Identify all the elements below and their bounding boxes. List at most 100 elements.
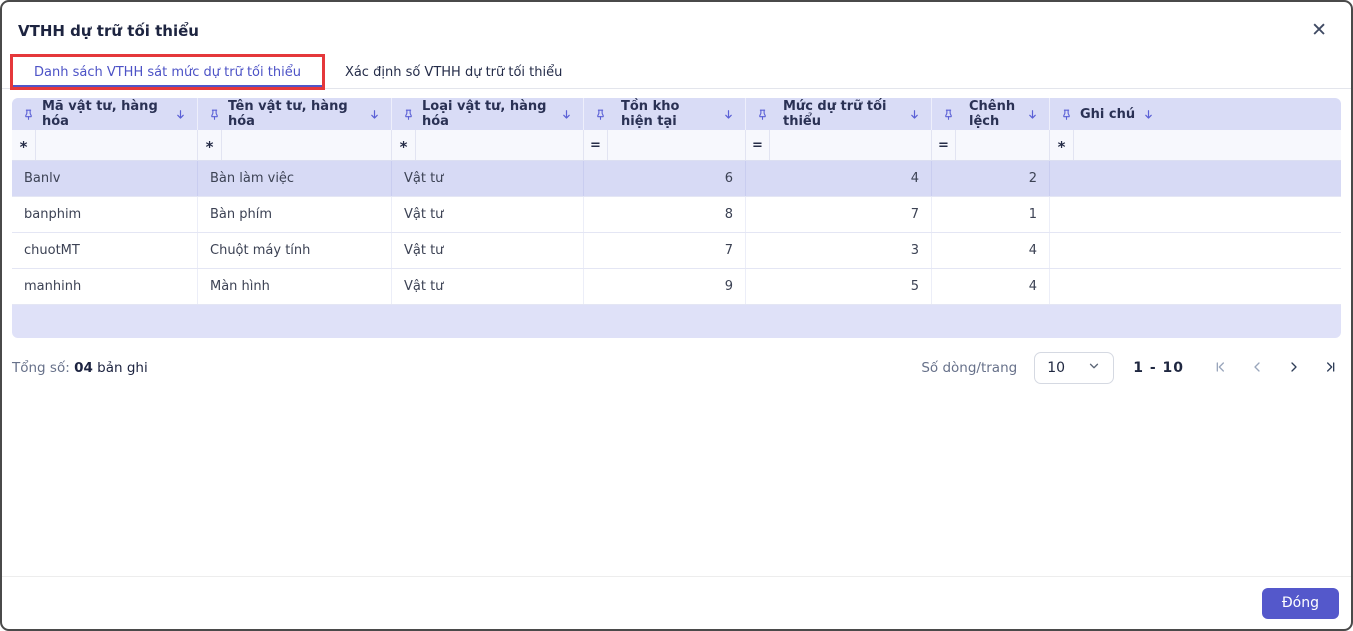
close-button[interactable]: ✕ <box>1305 19 1333 42</box>
total-unit: bản ghi <box>97 360 148 376</box>
table-body: Banlv Bàn làm việc Vật tư 6 4 2 banphim Bàn phí… <box>12 161 1341 305</box>
last-page-button[interactable] <box>1321 357 1341 380</box>
active-tab-underline <box>12 85 323 88</box>
table-row[interactable]: chuotMT Chuột máy tính Vật tư 7 3 4 <box>12 233 1341 269</box>
filter-cell-stock: = <box>584 130 746 160</box>
dialog-header: VTHH dự trữ tối thiểu ✕ <box>2 2 1351 56</box>
filter-cell-type: * <box>392 130 584 160</box>
cell-min_reserve: 7 <box>746 197 932 232</box>
tab-label: Xác định số VTHH dự trữ tối thiểu <box>344 64 563 80</box>
pin-icon[interactable] <box>402 108 415 121</box>
page-range-text: 1 - 10 <box>1133 360 1184 376</box>
column-header-type[interactable]: Loại vật tư, hàng hóa <box>392 98 584 130</box>
modal-dialog: VTHH dự trữ tối thiểu ✕ Danh sách VTHH s… <box>0 0 1353 631</box>
next-page-button[interactable] <box>1284 357 1304 380</box>
total-records-text: Tổng số: 04 bản ghi <box>12 360 148 376</box>
rows-per-page-select[interactable]: 10 <box>1034 352 1115 384</box>
first-page-button[interactable] <box>1210 357 1230 380</box>
cell-name: Bàn làm việc <box>198 161 392 196</box>
dialog-footer: Đóng <box>2 576 1351 629</box>
filter-operator-icon[interactable]: * <box>12 130 36 160</box>
filter-input-note[interactable] <box>1074 130 1341 160</box>
cell-difference: 4 <box>932 269 1050 304</box>
tab-bar: Danh sách VTHH sát mức dự trữ tối thiểu … <box>2 54 1351 90</box>
cell-note <box>1050 233 1341 268</box>
dialog-title: VTHH dự trữ tối thiểu <box>18 21 199 40</box>
filter-cell-min_reserve: = <box>746 130 932 160</box>
next-page-icon <box>1286 359 1302 378</box>
cell-note <box>1050 269 1341 304</box>
pin-icon[interactable] <box>942 108 955 121</box>
pin-icon[interactable] <box>594 108 607 121</box>
rows-per-page-value: 10 <box>1047 360 1066 376</box>
sort-descending-icon[interactable] <box>722 108 735 121</box>
table-row[interactable]: banphim Bàn phím Vật tư 8 7 1 <box>12 197 1341 233</box>
column-header-code[interactable]: Mã vật tư, hàng hóa <box>12 98 198 130</box>
cell-min_reserve: 3 <box>746 233 932 268</box>
cell-difference: 2 <box>932 161 1050 196</box>
total-value: 04 <box>74 360 93 376</box>
tab-xac-dinh-so-vthh[interactable]: Xác định số VTHH dự trữ tối thiểu <box>323 56 584 88</box>
column-header-name[interactable]: Tên vật tư, hàng hóa <box>198 98 392 130</box>
tab-danh-sach-vthh[interactable]: Danh sách VTHH sát mức dự trữ tối thiểu <box>10 54 325 90</box>
column-label: Mức dự trữ tối thiểu <box>783 99 887 129</box>
column-label: Ghi chú <box>1080 106 1136 122</box>
total-label: Tổng số: <box>12 360 70 376</box>
first-page-icon <box>1212 359 1228 378</box>
cell-name: Bàn phím <box>198 197 392 232</box>
rows-per-page-label: Số dòng/trang <box>921 360 1018 376</box>
cell-stock: 9 <box>584 269 746 304</box>
pager-controls: Số dòng/trang 10 1 - 10 <box>921 352 1341 384</box>
sort-descending-icon[interactable] <box>1026 108 1039 121</box>
sort-descending-icon[interactable] <box>1142 108 1155 121</box>
close-dialog-button[interactable]: Đóng <box>1261 587 1339 619</box>
cell-difference: 4 <box>932 233 1050 268</box>
filter-input-min_reserve[interactable] <box>770 130 931 160</box>
table-row[interactable]: manhinh Màn hình Vật tư 9 5 4 <box>12 269 1341 305</box>
filter-cell-note: * <box>1050 130 1341 160</box>
cell-min_reserve: 4 <box>746 161 932 196</box>
filter-operator-icon[interactable]: = <box>584 130 608 160</box>
filter-operator-icon[interactable]: = <box>932 130 956 160</box>
previous-page-icon <box>1249 359 1265 378</box>
cell-note <box>1050 161 1341 196</box>
pin-icon[interactable] <box>1060 108 1073 121</box>
close-icon: ✕ <box>1311 20 1327 41</box>
column-header-note[interactable]: Ghi chú <box>1050 98 1341 130</box>
column-label: Tồn kho hiện tại <box>621 99 680 129</box>
pin-icon[interactable] <box>756 108 769 121</box>
table-row[interactable]: Banlv Bàn làm việc Vật tư 6 4 2 <box>12 161 1341 197</box>
filter-cell-code: * <box>12 130 198 160</box>
filter-input-code[interactable] <box>36 130 197 160</box>
cell-code: banphim <box>12 197 198 232</box>
filter-operator-icon[interactable]: * <box>1050 130 1074 160</box>
cell-type: Vật tư <box>392 269 584 304</box>
pin-icon[interactable] <box>208 108 221 121</box>
cell-min_reserve: 5 <box>746 269 932 304</box>
filter-operator-icon[interactable]: * <box>392 130 416 160</box>
sort-descending-icon[interactable] <box>368 108 381 121</box>
pin-icon[interactable] <box>22 108 35 121</box>
filter-operator-icon[interactable]: = <box>746 130 770 160</box>
column-header-difference[interactable]: Chênh lệch <box>932 98 1050 130</box>
sort-descending-icon[interactable] <box>560 108 573 121</box>
filter-input-name[interactable] <box>222 130 391 160</box>
previous-page-button[interactable] <box>1247 357 1267 380</box>
cell-note <box>1050 197 1341 232</box>
column-label: Tên vật tư, hàng hóa <box>228 99 348 129</box>
cell-type: Vật tư <box>392 161 584 196</box>
filter-operator-icon[interactable]: * <box>198 130 222 160</box>
column-label: Chênh lệch <box>969 99 1016 129</box>
cell-stock: 7 <box>584 233 746 268</box>
column-header-min_reserve[interactable]: Mức dự trữ tối thiểu <box>746 98 932 130</box>
table-filter-row: * * * = = = * <box>12 130 1341 161</box>
column-label: Mã vật tư, hàng hóa <box>42 99 158 129</box>
filter-cell-difference: = <box>932 130 1050 160</box>
sort-descending-icon[interactable] <box>908 108 921 121</box>
filter-input-type[interactable] <box>416 130 583 160</box>
cell-name: Màn hình <box>198 269 392 304</box>
filter-input-stock[interactable] <box>608 130 745 160</box>
filter-input-difference[interactable] <box>956 130 1049 160</box>
sort-descending-icon[interactable] <box>174 108 187 121</box>
column-header-stock[interactable]: Tồn kho hiện tại <box>584 98 746 130</box>
